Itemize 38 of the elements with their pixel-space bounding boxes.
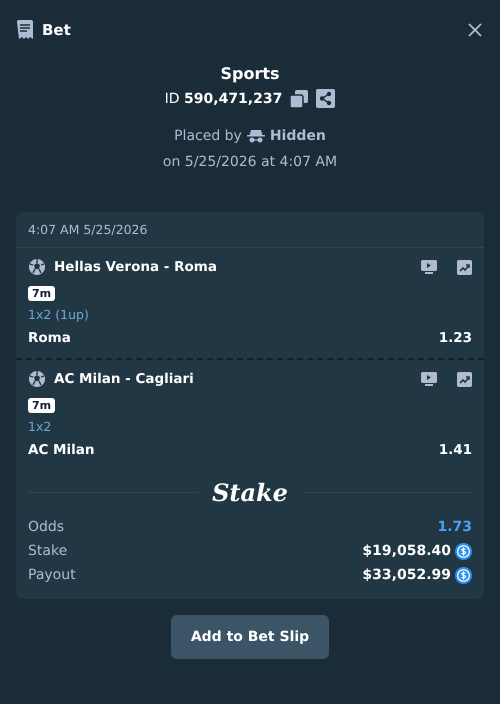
video-icon[interactable] (421, 372, 437, 386)
market-name: 1x2 (1up) (28, 307, 90, 322)
summary-label: Odds (28, 519, 64, 535)
coin-icon (455, 566, 472, 584)
receipt-icon (16, 20, 34, 40)
amount-value: $33,052.99 (362, 567, 451, 583)
placed-by-label: Placed by (174, 128, 242, 144)
bet-timestamp: 4:07 AM 5/25/2026 (28, 222, 148, 237)
market-name: 1x2 (28, 419, 52, 434)
coin-icon (455, 542, 472, 560)
summary-label: Stake (28, 543, 68, 559)
stats-icon[interactable] (457, 372, 472, 386)
add-to-bet-slip-button[interactable]: Add to Bet Slip (170, 615, 330, 659)
video-icon[interactable] (421, 260, 437, 274)
soccer-ball-icon (28, 370, 46, 388)
incognito-icon (246, 129, 265, 143)
summary-label: Payout (28, 567, 76, 583)
event-name: Hellas Verona - Roma (54, 259, 218, 275)
selection-odds: 1.23 (438, 330, 472, 346)
stats-icon[interactable] (457, 260, 472, 274)
placed-date: on 5/25/2026 at 4:07 AM (162, 154, 338, 170)
close-button[interactable] (466, 21, 484, 39)
share-icon[interactable] (316, 89, 336, 108)
copy-icon[interactable] (290, 90, 308, 108)
amount-value: $19,058.40 (362, 543, 451, 559)
dialog-title: Bet (42, 21, 72, 39)
bet-category: Sports (220, 64, 280, 83)
time-badge: 7m (28, 398, 56, 413)
selection-name: AC Milan (28, 442, 94, 458)
soccer-ball-icon (28, 258, 46, 276)
time-badge: 7m (28, 286, 56, 301)
selection-name: Roma (28, 330, 71, 346)
brand-logo: Stake (212, 478, 288, 507)
event-name: AC Milan - Cagliari (54, 371, 195, 387)
odds-value: 1.73 (437, 519, 472, 535)
username: Hidden (270, 128, 326, 144)
bet-id: ID 590,471,237 (164, 90, 282, 106)
selection-odds: 1.41 (438, 442, 472, 458)
